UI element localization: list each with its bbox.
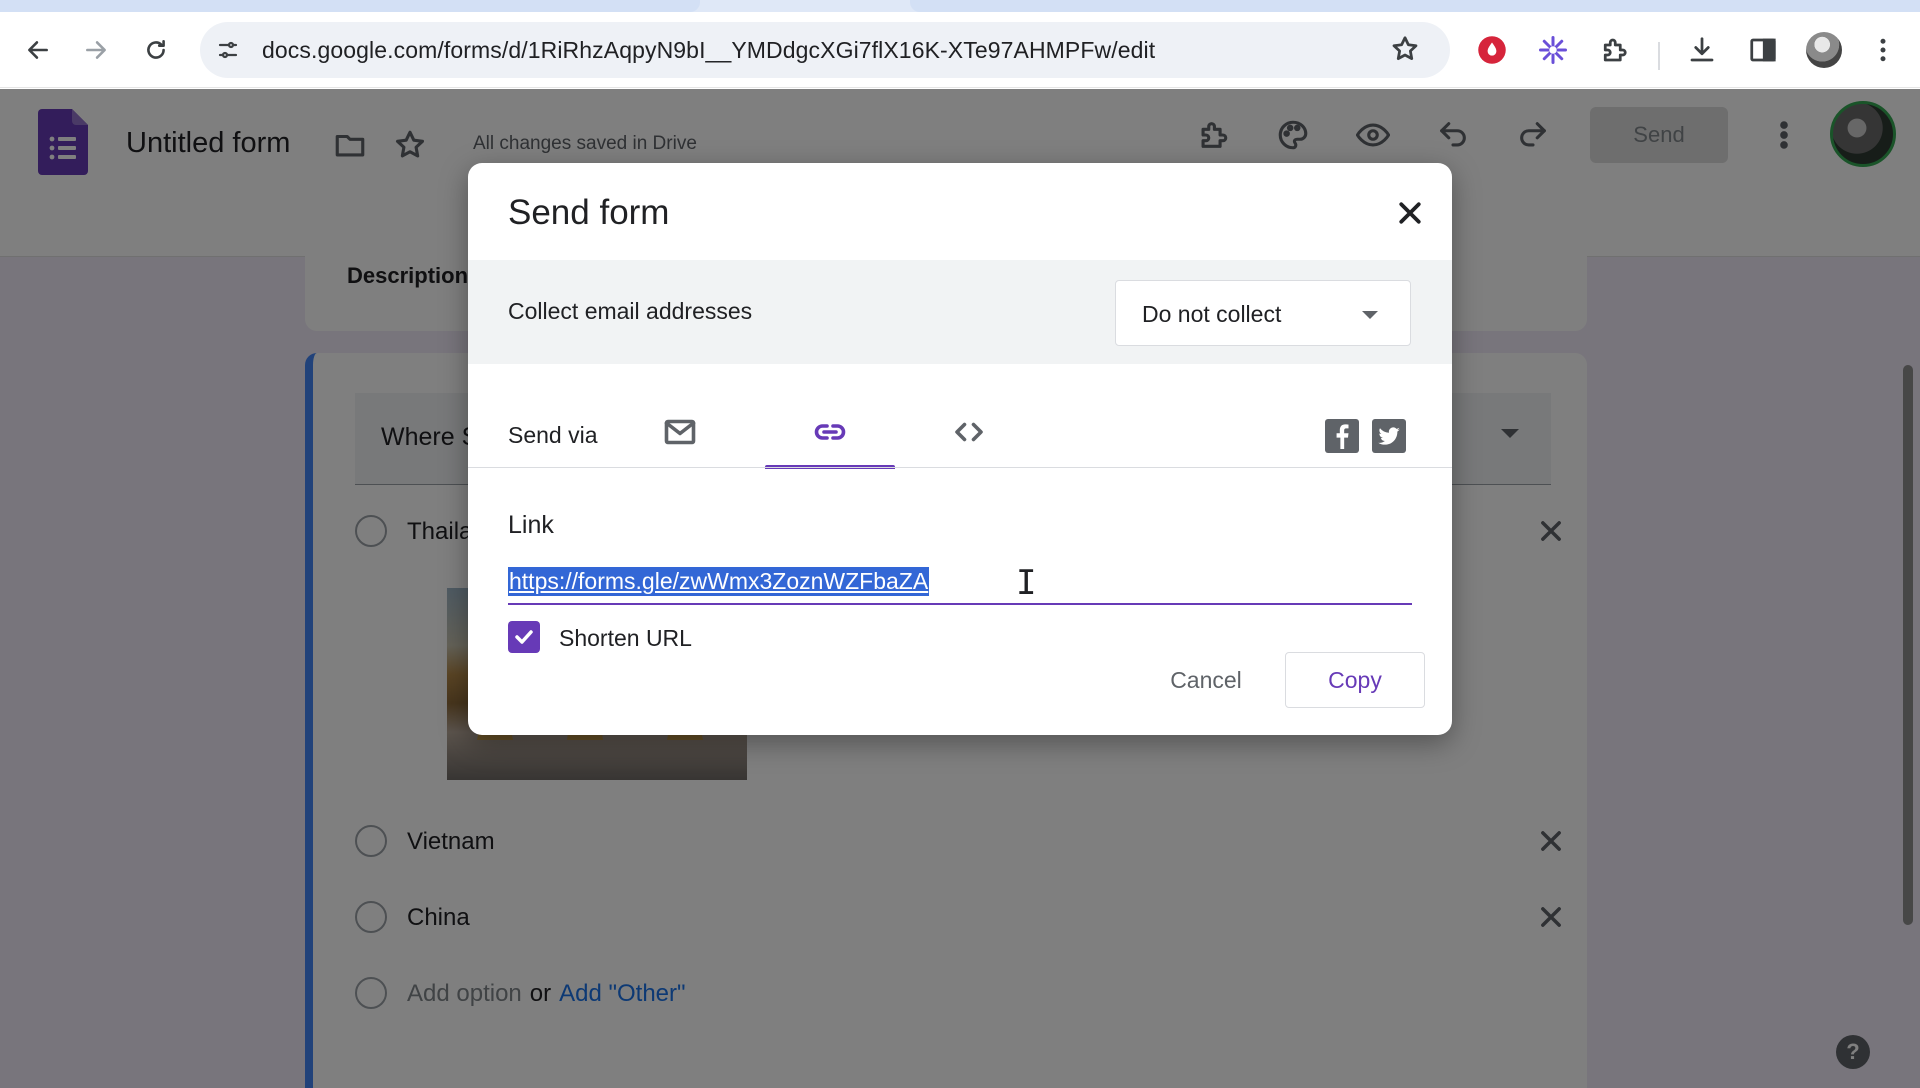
dialog-title: Send form <box>508 193 670 232</box>
toolbar-divider <box>1658 42 1660 70</box>
link-url-field[interactable]: https://forms.gle/zwWmx3ZoznWZFbaZA I <box>508 563 1412 605</box>
facebook-icon[interactable] <box>1325 419 1359 453</box>
email-icon <box>664 419 696 445</box>
bookmark-star-icon[interactable] <box>1390 34 1422 66</box>
link-url-text[interactable]: https://forms.gle/zwWmx3ZoznWZFbaZA <box>508 567 930 596</box>
tabs-divider <box>468 467 1452 468</box>
cancel-button[interactable]: Cancel <box>1148 653 1264 707</box>
tab-strip <box>0 0 1920 12</box>
reload-icon <box>147 40 165 59</box>
browser-toolbar: docs.google.com/forms/d/1RiRhzAqpyN9bI__… <box>0 12 1920 88</box>
text-cursor-icon: I <box>1016 563 1037 603</box>
forward-icon <box>86 41 106 59</box>
profile-avatar[interactable] <box>1806 32 1842 68</box>
forward-button[interactable] <box>70 24 122 76</box>
back-icon <box>28 41 48 59</box>
extensions-puzzle-icon[interactable] <box>1594 30 1634 70</box>
link-heading: Link <box>508 511 554 539</box>
extension-purple-icon[interactable] <box>1533 30 1573 70</box>
browser-tab[interactable] <box>0 0 700 12</box>
embed-code-icon <box>955 422 983 442</box>
collect-email-label: Collect email addresses <box>508 298 753 324</box>
browser-tab[interactable] <box>910 0 1920 12</box>
shorten-url-checkbox[interactable] <box>508 621 540 653</box>
collect-email-section: Collect email addresses Do not collect <box>468 260 1452 364</box>
chevron-down-icon <box>1362 311 1378 319</box>
close-icon[interactable] <box>1388 191 1432 235</box>
link-icon <box>814 424 846 440</box>
twitter-icon[interactable] <box>1372 419 1406 453</box>
back-button[interactable] <box>12 24 64 76</box>
copy-button[interactable]: Copy <box>1285 652 1425 708</box>
collect-email-dropdown[interactable]: Do not collect <box>1115 280 1411 346</box>
address-bar[interactable]: docs.google.com/forms/d/1RiRhzAqpyN9bI__… <box>200 22 1450 78</box>
shorten-url-label[interactable]: Shorten URL <box>559 625 692 652</box>
side-panel-icon[interactable] <box>1743 30 1783 70</box>
send-form-dialog: Send form Collect email addresses Do not… <box>468 163 1452 735</box>
url-text[interactable]: docs.google.com/forms/d/1RiRhzAqpyN9bI__… <box>262 37 1155 64</box>
tab-link[interactable] <box>765 395 895 469</box>
browser-menu-icon[interactable] <box>1863 30 1903 70</box>
tab-embed[interactable] <box>904 395 1034 469</box>
site-info-icon[interactable] <box>214 36 242 64</box>
reload-button[interactable] <box>130 24 182 76</box>
send-via-label: Send via <box>508 422 598 448</box>
extension-red-icon[interactable] <box>1472 30 1512 70</box>
download-icon[interactable] <box>1682 30 1722 70</box>
checkmark-icon <box>515 630 533 644</box>
tab-email[interactable] <box>615 395 745 469</box>
